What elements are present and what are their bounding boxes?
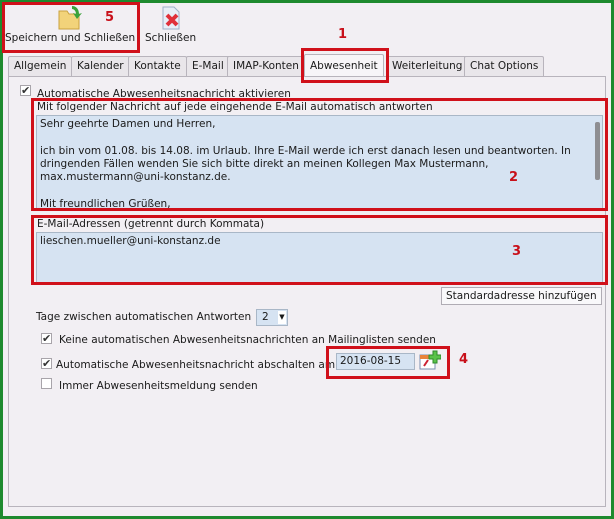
annotation-2: 2 [509, 170, 519, 185]
chevron-down-icon: ▼ [278, 311, 286, 324]
close-button[interactable]: Schließen [143, 3, 203, 51]
days-label: Tage zwischen automatischen Antworten [36, 311, 252, 323]
tab-weiterleitung[interactable]: Weiterleitung [386, 56, 469, 76]
add-default-address-button[interactable]: Standardadresse hinzufügen [441, 287, 602, 305]
disable-on-date-label: Automatische Abwesenheitsnachricht absch… [56, 359, 336, 371]
no-mailinglists-checkbox[interactable]: ✔ [41, 333, 52, 344]
preferences-window: Speichern und Schließen Schließen Allgem… [2, 2, 611, 516]
close-label: Schließen [145, 32, 197, 44]
tab-chat-options[interactable]: Chat Options [464, 56, 545, 76]
always-send-checkbox[interactable] [41, 378, 52, 389]
no-mailinglists-label: Keine automatischen Abwesenheitsnachrich… [59, 334, 436, 346]
save-and-close-label: Speichern und Schließen [5, 32, 136, 44]
message-textarea[interactable]: Sehr geehrte Damen und Herren, ich bin v… [36, 115, 603, 210]
enable-autoreply-checkbox[interactable]: ✔ [20, 85, 31, 96]
tab-kontakte[interactable]: Kontakte [128, 56, 187, 76]
tab-imap-konten[interactable]: IMAP-Konten [227, 56, 305, 76]
tab-abwesenheit[interactable]: Abwesenheit [304, 54, 384, 77]
disable-date-input[interactable]: 2016-08-15 [336, 353, 415, 370]
always-send-label: Immer Abwesenheitsmeldung senden [59, 380, 258, 392]
annotation-4: 4 [459, 352, 469, 367]
disable-on-date-checkbox[interactable]: ✔ [41, 358, 52, 369]
message-label: Mit folgender Nachricht auf jede eingehe… [37, 101, 433, 113]
folder-save-icon [58, 6, 82, 30]
message-scrollbar[interactable] [595, 122, 600, 180]
tab-email[interactable]: E-Mail [186, 56, 230, 76]
tab-kalender[interactable]: Kalender [71, 56, 130, 76]
tab-allgemein[interactable]: Allgemein [8, 56, 73, 76]
calendar-add-icon[interactable] [419, 350, 441, 370]
annotation-5: 5 [105, 10, 115, 25]
save-and-close-button[interactable]: Speichern und Schließen [3, 3, 139, 51]
annotation-3: 3 [512, 244, 522, 259]
annotation-1: 1 [338, 27, 348, 42]
enable-autoreply-label: Automatische Abwesenheitsnachricht aktiv… [37, 88, 291, 100]
close-document-icon [162, 6, 180, 30]
days-value: 2 [262, 311, 269, 323]
addresses-label: E-Mail-Adressen (getrennt durch Kommata) [37, 218, 265, 230]
days-select[interactable]: 2 ▼ [256, 309, 288, 326]
